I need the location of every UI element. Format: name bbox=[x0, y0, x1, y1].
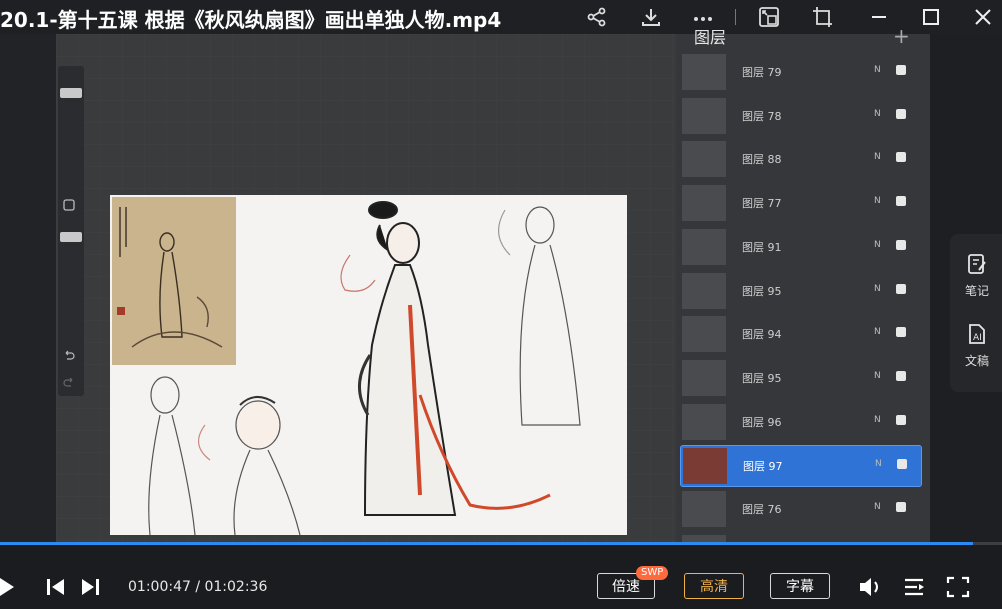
notes-icon bbox=[965, 254, 989, 280]
layer-thumbnail bbox=[682, 491, 726, 527]
layer-name: 图层 77 bbox=[742, 197, 782, 210]
draft-label: 文稿 bbox=[964, 354, 989, 368]
layer-thumbnail bbox=[683, 448, 727, 484]
layer-row[interactable]: 图层 94 N bbox=[680, 314, 920, 354]
next-icon[interactable] bbox=[80, 578, 100, 600]
notes-button[interactable]: 笔记 bbox=[955, 252, 999, 299]
layer-thumbnail bbox=[682, 316, 726, 352]
opacity-slider-handle[interactable] bbox=[60, 232, 82, 242]
layer-visibility-checkbox[interactable] bbox=[896, 152, 906, 162]
playlist-icon[interactable] bbox=[903, 576, 927, 602]
layer-row[interactable]: 图层 97 N bbox=[680, 445, 922, 487]
layer-name: 图层 95 bbox=[742, 285, 782, 298]
layer-row[interactable]: 图层 78 N bbox=[680, 96, 920, 136]
layer-thumbnail bbox=[682, 185, 726, 221]
layer-visibility-checkbox[interactable] bbox=[896, 415, 906, 425]
layer-blend-mode[interactable]: N bbox=[874, 371, 881, 381]
layer-blend-mode[interactable]: N bbox=[874, 415, 881, 425]
download-icon[interactable] bbox=[638, 4, 664, 30]
player-controls bbox=[0, 542, 1002, 609]
subtitle-button[interactable]: 字幕 bbox=[770, 573, 830, 599]
quality-button[interactable]: 高清 bbox=[684, 573, 744, 599]
layer-thumbnail bbox=[682, 360, 726, 396]
layer-row[interactable]: 图层 95 N bbox=[680, 358, 920, 398]
layer-visibility-checkbox[interactable] bbox=[896, 240, 906, 250]
layer-name: 图层 97 bbox=[743, 460, 783, 473]
draft-icon: AI bbox=[965, 324, 989, 350]
layer-blend-mode[interactable]: N bbox=[874, 109, 881, 119]
progress-fill bbox=[0, 542, 973, 545]
layer-name: 图层 76 bbox=[742, 503, 782, 516]
layer-row[interactable]: 图层 88 N bbox=[680, 139, 920, 179]
layer-thumbnail bbox=[682, 54, 726, 90]
swp-badge: SWP bbox=[636, 566, 669, 580]
layer-visibility-checkbox[interactable] bbox=[896, 371, 906, 381]
layer-name: 图层 94 bbox=[742, 328, 782, 341]
fullwindow-icon[interactable] bbox=[810, 4, 836, 30]
layer-blend-mode[interactable]: N bbox=[874, 196, 881, 206]
play-icon[interactable] bbox=[0, 576, 16, 602]
layer-visibility-checkbox[interactable] bbox=[896, 284, 906, 294]
layer-name: 图层 91 bbox=[742, 241, 782, 254]
brush-size-slider-handle[interactable] bbox=[60, 88, 82, 98]
layer-blend-mode[interactable]: N bbox=[874, 502, 881, 512]
minimize-icon[interactable] bbox=[866, 4, 892, 30]
maximize-icon[interactable] bbox=[918, 4, 944, 30]
layer-blend-mode[interactable]: N bbox=[875, 459, 882, 469]
pip-icon[interactable] bbox=[756, 4, 782, 30]
title-bar: 20.1-第十五课 根据《秋风纨扇图》画出单独人物.mp4 bbox=[0, 0, 1002, 34]
time-display: 01:00:47 / 01:02:36 bbox=[128, 579, 268, 595]
layer-blend-mode[interactable]: N bbox=[874, 240, 881, 250]
layer-name: 图层 96 bbox=[742, 416, 782, 429]
modify-square-icon[interactable] bbox=[63, 199, 75, 211]
layer-visibility-checkbox[interactable] bbox=[896, 65, 906, 75]
previous-icon[interactable] bbox=[46, 578, 66, 600]
layer-row[interactable]: 图层 91 N bbox=[680, 227, 920, 267]
layer-blend-mode[interactable]: N bbox=[874, 152, 881, 162]
layer-visibility-checkbox[interactable] bbox=[896, 327, 906, 337]
toolbar-divider bbox=[735, 9, 736, 25]
redo-icon[interactable] bbox=[63, 376, 75, 388]
layer-thumbnail bbox=[682, 229, 726, 265]
window-title: 20.1-第十五课 根据《秋风纨扇图》画出单独人物.mp4 bbox=[0, 8, 502, 32]
layer-visibility-checkbox[interactable] bbox=[896, 109, 906, 119]
layer-blend-mode[interactable]: N bbox=[874, 65, 881, 75]
fullscreen-icon[interactable] bbox=[946, 576, 970, 602]
add-layer-button[interactable]: + bbox=[893, 24, 910, 48]
layer-blend-mode[interactable]: N bbox=[874, 327, 881, 337]
layer-visibility-checkbox[interactable] bbox=[897, 459, 907, 469]
layer-thumbnail bbox=[682, 273, 726, 309]
layers-title: 图层 bbox=[694, 28, 727, 47]
layer-blend-mode[interactable]: N bbox=[874, 284, 881, 294]
share-icon[interactable] bbox=[584, 4, 610, 30]
layer-row[interactable]: 图层 79 N bbox=[680, 52, 920, 92]
notes-label: 笔记 bbox=[964, 284, 989, 298]
layer-thumbnail bbox=[682, 404, 726, 440]
svg-text:AI: AI bbox=[973, 333, 982, 343]
layer-row[interactable]: 图层 95 N bbox=[680, 271, 920, 311]
draft-button[interactable]: AI 文稿 bbox=[955, 322, 999, 369]
layer-row[interactable]: 图层 96 N bbox=[680, 402, 920, 442]
layer-visibility-checkbox[interactable] bbox=[896, 196, 906, 206]
layer-row[interactable]: 图层 76 N bbox=[680, 489, 920, 529]
layer-name: 图层 88 bbox=[742, 153, 782, 166]
close-icon[interactable] bbox=[970, 4, 996, 30]
layer-thumbnail bbox=[682, 141, 726, 177]
volume-icon[interactable] bbox=[858, 575, 884, 603]
video-left-border bbox=[0, 34, 56, 542]
layer-row[interactable]: 图层 77 N bbox=[680, 183, 920, 223]
layer-name: 图层 79 bbox=[742, 66, 782, 79]
layer-thumbnail bbox=[682, 98, 726, 134]
undo-icon[interactable] bbox=[63, 349, 75, 361]
layer-name: 图层 95 bbox=[742, 372, 782, 385]
brush-size-sidebar bbox=[58, 66, 84, 396]
layer-name: 图层 78 bbox=[742, 110, 782, 123]
layer-visibility-checkbox[interactable] bbox=[896, 502, 906, 512]
reference-painting bbox=[112, 197, 236, 365]
